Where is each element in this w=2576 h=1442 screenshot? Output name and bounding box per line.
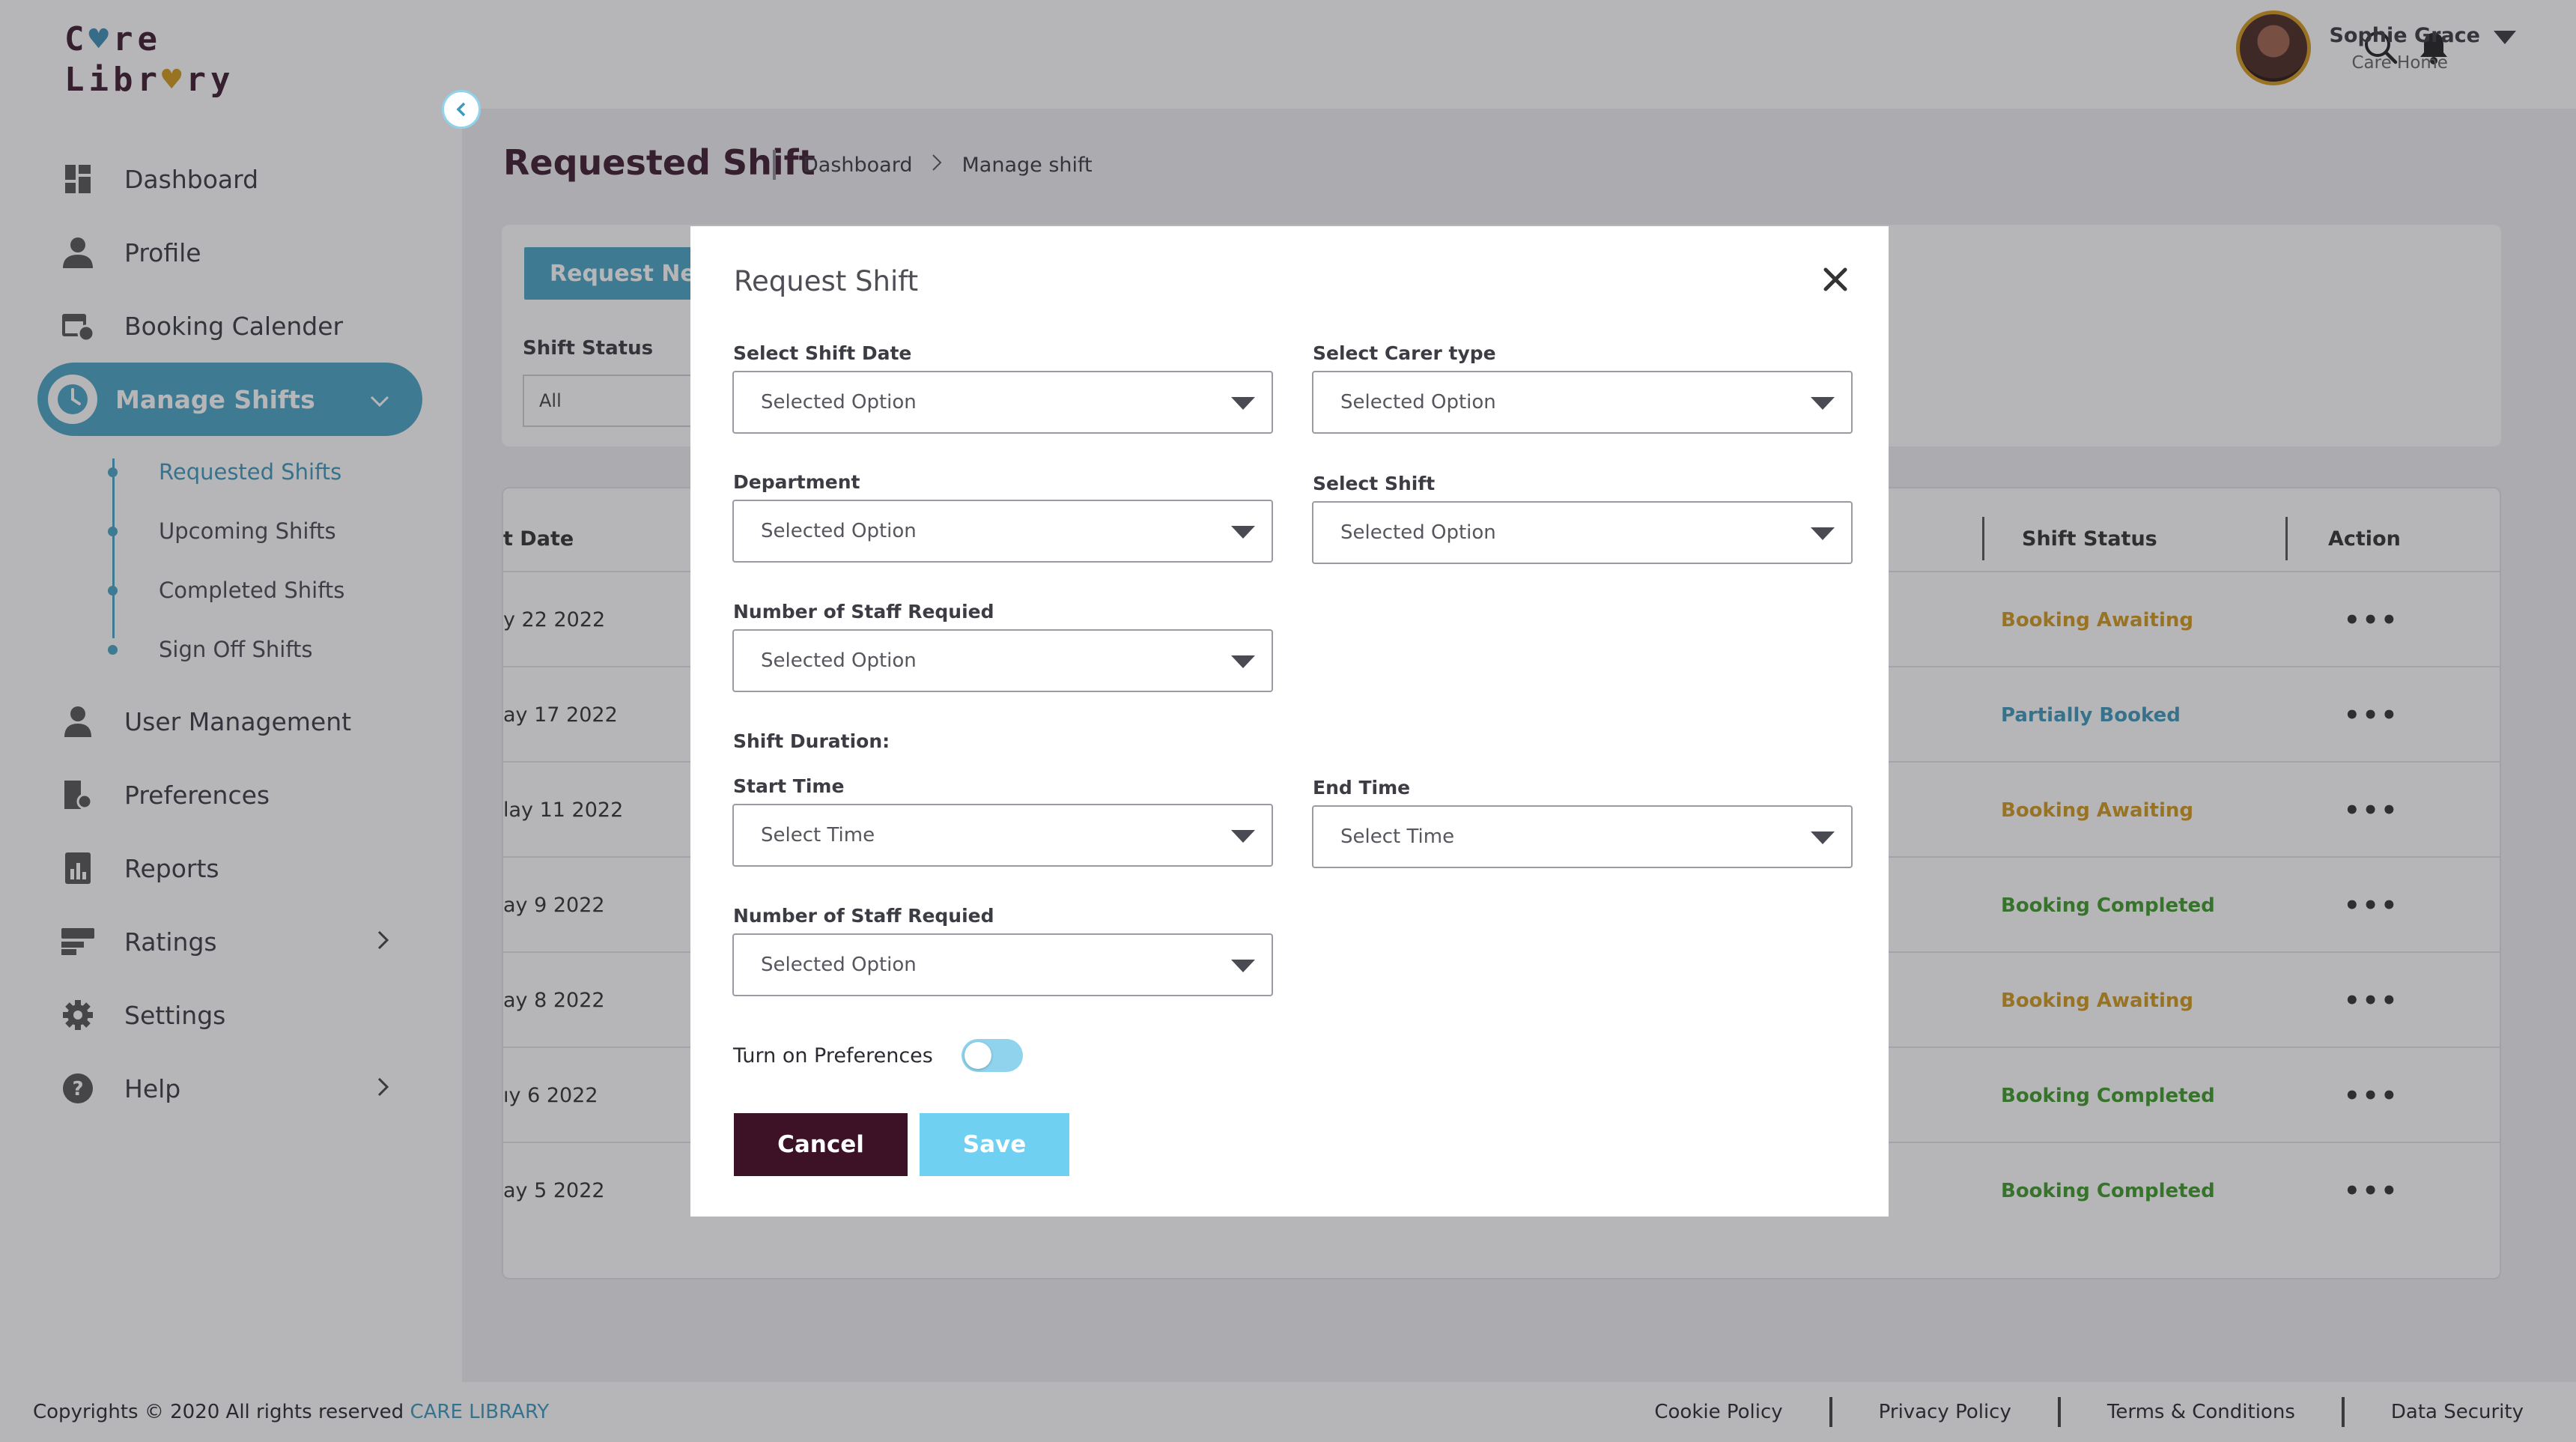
select-shift-select[interactable]: Selected Option [1312, 501, 1853, 564]
shift-date-label: Select Shift Date [733, 342, 912, 364]
department-select[interactable]: Selected Option [732, 500, 1273, 563]
toggle-knob [965, 1042, 991, 1069]
carer-type-select[interactable]: Selected Option [1312, 371, 1853, 434]
caret-down-icon [1811, 527, 1835, 540]
modal-title: Request Shift [734, 265, 919, 297]
select-shift-value: Selected Option [1340, 521, 1496, 544]
end-time-label: End Time [1313, 777, 1411, 799]
caret-down-icon [1811, 831, 1835, 844]
end-time-value: Select Time [1340, 825, 1455, 848]
preferences-toggle-label: Turn on Preferences [733, 1044, 933, 1067]
caret-down-icon [1811, 397, 1835, 410]
department-value: Selected Option [761, 520, 917, 542]
start-time-label: Start Time [733, 775, 845, 797]
caret-down-icon [1231, 397, 1255, 410]
caret-down-icon [1231, 655, 1255, 668]
save-button[interactable]: Save [920, 1113, 1069, 1176]
preferences-toggle[interactable] [962, 1039, 1023, 1072]
caret-down-icon [1231, 960, 1255, 972]
carer-type-label: Select Carer type [1313, 342, 1496, 364]
start-time-value: Select Time [761, 824, 875, 846]
caret-down-icon [1231, 830, 1255, 843]
staff-required-2-select[interactable]: Selected Option [732, 933, 1273, 996]
cancel-button[interactable]: Cancel [734, 1113, 908, 1176]
sidebar-collapse-button[interactable] [442, 90, 481, 129]
department-label: Department [733, 471, 860, 493]
close-icon[interactable] [1820, 264, 1851, 295]
staff-required-2-label: Number of Staff Requied [733, 905, 994, 927]
staff-required-value: Selected Option [761, 649, 917, 672]
shift-date-value: Selected Option [761, 391, 917, 413]
caret-down-icon [1231, 526, 1255, 539]
start-time-select[interactable]: Select Time [732, 804, 1273, 867]
staff-required-label: Number of Staff Requied [733, 601, 994, 622]
select-shift-label: Select Shift [1313, 473, 1436, 494]
carer-type-value: Selected Option [1340, 391, 1496, 413]
shift-date-select[interactable]: Selected Option [732, 371, 1273, 434]
chevron-left-icon [456, 102, 466, 117]
end-time-select[interactable]: Select Time [1312, 805, 1853, 868]
request-shift-modal: Request Shift Select Shift Date Selected… [690, 226, 1889, 1217]
staff-required-2-value: Selected Option [761, 954, 917, 976]
shift-duration-label: Shift Duration: [733, 730, 890, 752]
staff-required-select[interactable]: Selected Option [732, 629, 1273, 692]
